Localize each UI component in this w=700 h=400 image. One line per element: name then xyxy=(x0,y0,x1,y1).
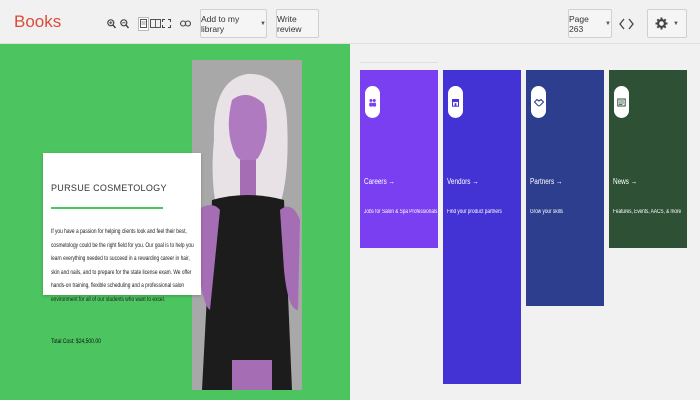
total-cost: Total Cost: $24,500.00 xyxy=(51,338,101,345)
brand-logo[interactable]: Books xyxy=(14,12,61,32)
single-page-icon[interactable] xyxy=(137,16,149,31)
zoom-in-icon[interactable] xyxy=(107,18,116,29)
gear-icon xyxy=(655,17,668,30)
tile-vendors[interactable]: Vendors → Find your product partners xyxy=(443,70,521,384)
zoom-out-icon[interactable] xyxy=(120,18,129,29)
divider xyxy=(360,62,438,63)
card-title: PURSUE COSMETOLOGY xyxy=(51,183,167,193)
write-review-button[interactable]: Write review xyxy=(276,9,319,38)
settings-button[interactable]: ▼ xyxy=(647,9,687,38)
book-viewer: PURSUE COSMETOLOGY If you have a passion… xyxy=(0,44,700,400)
tile-subtitle: Jobs for Salon & Spa Professionals xyxy=(364,209,438,215)
chevron-right-icon[interactable] xyxy=(627,18,634,30)
page-label: Page 263 xyxy=(569,13,589,34)
store-icon xyxy=(448,86,463,118)
two-page-icon[interactable] xyxy=(149,19,161,28)
model-photo xyxy=(192,60,302,390)
write-review-label: Write review xyxy=(277,13,302,34)
fullscreen-icon[interactable] xyxy=(161,19,171,28)
caret-down-icon: ▼ xyxy=(605,20,611,27)
tile-title: Partners → xyxy=(530,177,563,186)
book-page-right: Careers → Jobs for Salon & Spa Professio… xyxy=(350,44,700,400)
tile-careers[interactable]: Careers → Jobs for Salon & Spa Professio… xyxy=(360,70,438,248)
page-nav xyxy=(614,9,638,38)
tile-subtitle: Grow your skills xyxy=(530,209,564,215)
tile-news[interactable]: News → Features, Events, AACS, & more xyxy=(609,70,687,248)
add-to-library-button[interactable]: Add to my library ▼ xyxy=(200,9,267,38)
news-icon xyxy=(614,86,629,118)
tile-title: News → xyxy=(613,177,638,186)
view-mode-group xyxy=(137,9,171,38)
book-page-left: PURSUE COSMETOLOGY If you have a passion… xyxy=(0,44,350,400)
tile-subtitle: Features, Events, AACS, & more xyxy=(613,209,682,215)
card-body: If you have a passion for helping client… xyxy=(51,228,194,303)
zoom-buttons xyxy=(106,9,130,38)
caret-down-icon: ▼ xyxy=(260,20,266,27)
tile-title: Careers → xyxy=(364,177,395,186)
tile-subtitle: Find your product partners xyxy=(447,209,502,215)
info-card: PURSUE COSMETOLOGY If you have a passion… xyxy=(43,153,201,303)
link-button[interactable] xyxy=(178,9,192,38)
chevron-left-icon[interactable] xyxy=(618,18,625,30)
people-icon xyxy=(365,86,380,118)
caret-down-icon: ▼ xyxy=(673,20,679,27)
handshake-icon xyxy=(531,86,546,118)
tile-partners[interactable]: Partners → Grow your skills xyxy=(526,70,604,306)
divider xyxy=(51,207,163,209)
page-select[interactable]: Page 263 ▼ xyxy=(568,9,612,38)
toolbar: Books Add to my library ▼ Write review P… xyxy=(0,0,700,44)
link-icon xyxy=(179,20,191,27)
tile-title: Vendors → xyxy=(447,177,479,186)
add-to-library-label: Add to my library xyxy=(201,13,240,34)
